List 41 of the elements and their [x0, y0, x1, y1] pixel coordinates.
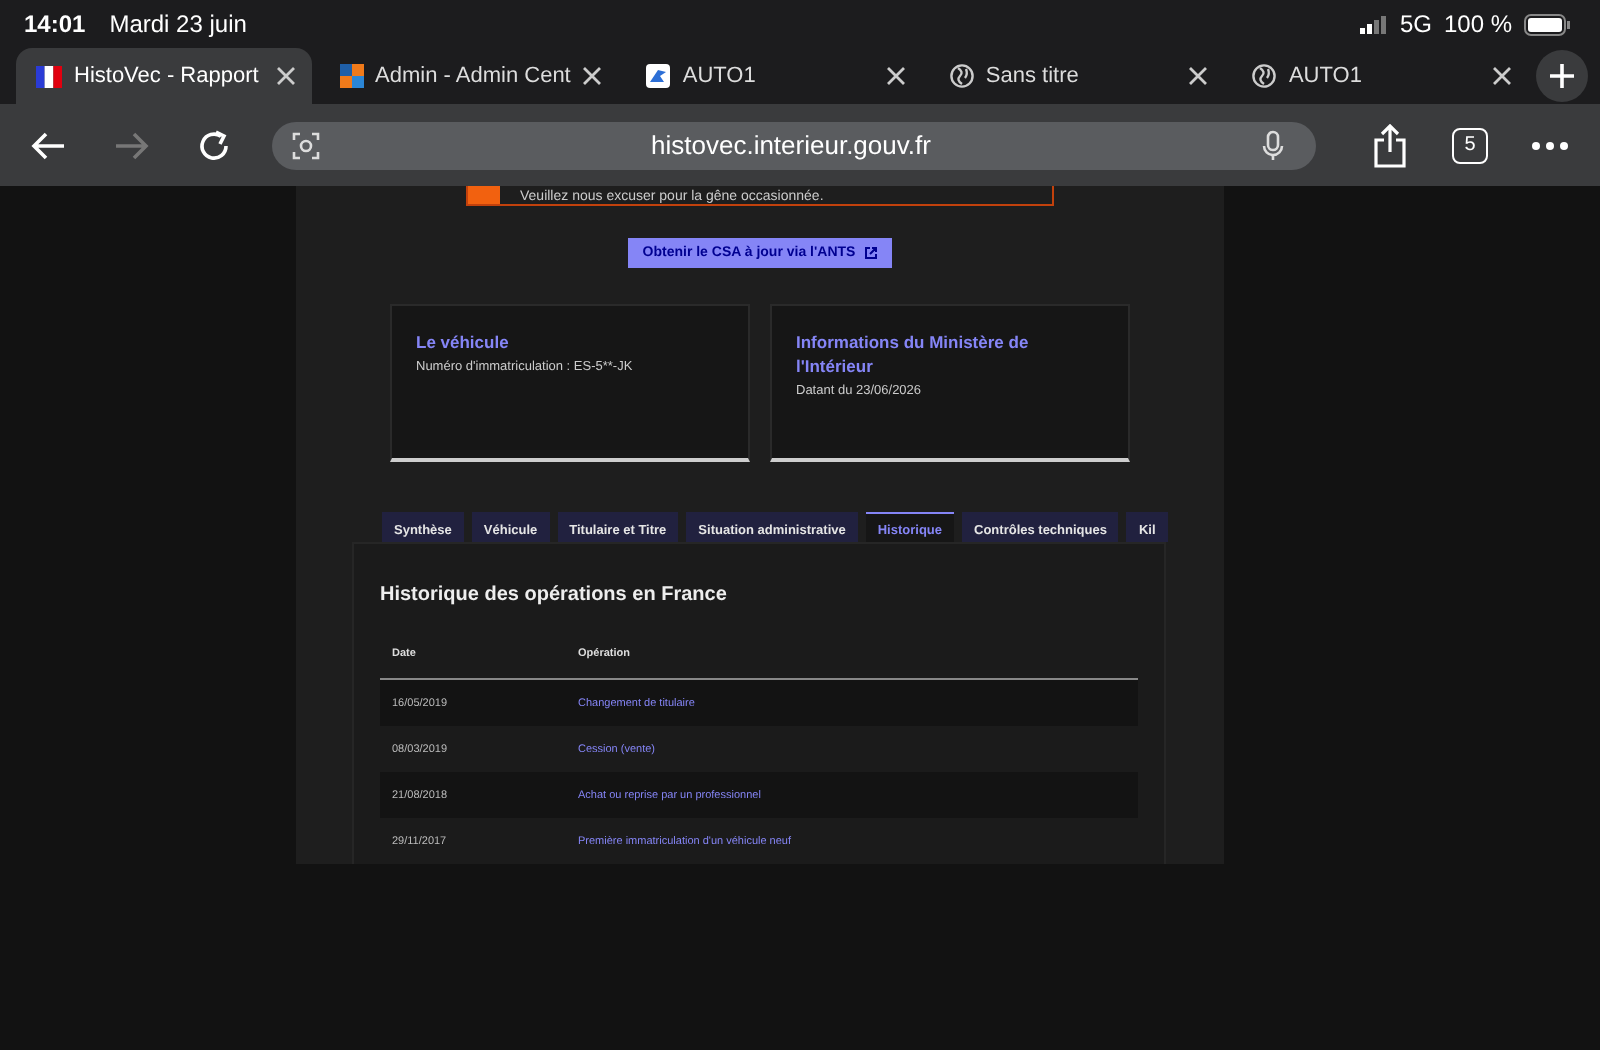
squares-icon — [339, 64, 364, 88]
warning-marker — [468, 186, 500, 204]
card-title: Informations du Ministère de l'Intérieur — [796, 330, 1031, 378]
browser-tab[interactable]: Admin - Admin Cent — [319, 48, 619, 104]
browser-tab[interactable]: AUTO1 — [1232, 48, 1529, 104]
close-icon[interactable] — [1188, 66, 1209, 86]
battery-percent: 100 % — [1443, 10, 1512, 38]
card-title: Le véhicule — [416, 330, 511, 354]
globe-icon — [1252, 64, 1277, 88]
share-icon[interactable] — [1372, 123, 1408, 167]
status-time: 14:01 — [24, 10, 86, 38]
flag-icon — [36, 65, 62, 87]
app-icon — [646, 64, 671, 88]
address-bar[interactable]: histovec.interieur.gouv.fr — [272, 121, 1316, 169]
signal-icon — [1359, 15, 1388, 33]
url-text: histovec.interieur.gouv.fr — [649, 130, 933, 160]
lens-icon[interactable] — [292, 131, 320, 159]
tab-title: Sans titre — [985, 64, 1081, 88]
browser-tab[interactable]: Sans titre — [929, 48, 1225, 104]
close-icon[interactable] — [885, 66, 906, 86]
tab-title: AUTO1 — [1288, 64, 1364, 88]
tab-title: Admin - Admin Cent — [375, 64, 571, 88]
external-link-icon — [863, 246, 878, 260]
browser-tab[interactable]: AUTO1 — [626, 48, 922, 104]
tab-title: HistoVec - Rapport — [74, 64, 261, 88]
globe-icon — [949, 64, 974, 88]
new-tab-icon[interactable] — [1536, 50, 1589, 102]
panel-title: Historique des opérations en France — [380, 584, 729, 606]
reload-icon[interactable] — [196, 127, 232, 163]
microphone-icon[interactable] — [1262, 129, 1284, 161]
browser-tab[interactable]: HistoVec - Rapport — [16, 48, 312, 104]
battery-icon — [1524, 13, 1572, 35]
tab-count-button[interactable]: 5 — [1452, 127, 1488, 163]
close-icon[interactable] — [1492, 66, 1513, 86]
tab-title: AUTO1 — [682, 64, 758, 88]
close-icon[interactable] — [582, 66, 603, 86]
more-icon[interactable] — [1532, 141, 1568, 149]
close-icon[interactable] — [275, 66, 296, 86]
status-date: Mardi 23 juin — [109, 10, 247, 38]
back-icon[interactable] — [28, 129, 68, 161]
network-label: 5G — [1399, 10, 1432, 38]
